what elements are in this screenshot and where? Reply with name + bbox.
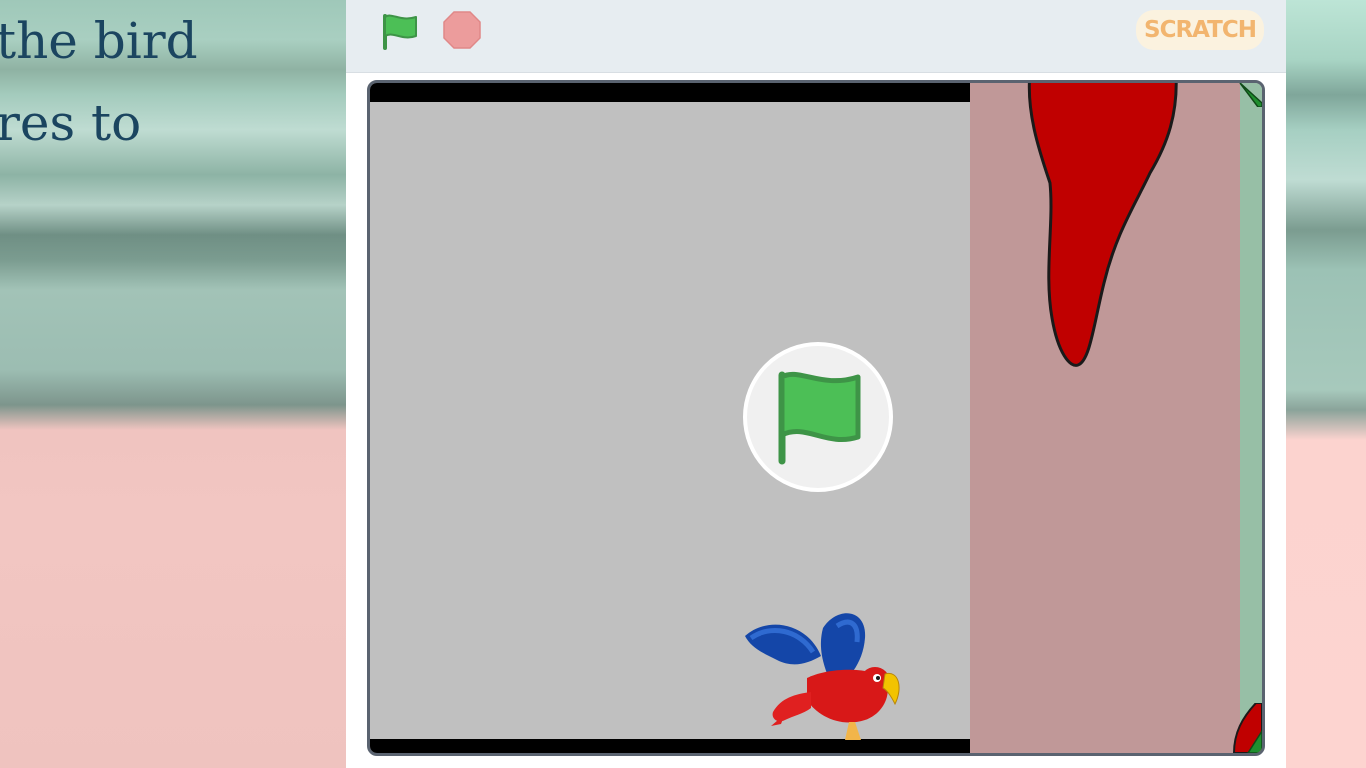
bird-sprite bbox=[745, 613, 900, 740]
player-toolbar: SCRATCH bbox=[346, 0, 1286, 73]
stop-button[interactable] bbox=[442, 10, 482, 50]
green-leaf-fragment bbox=[1239, 83, 1262, 107]
lesson-text-line: res to bbox=[0, 94, 142, 152]
green-flag-icon bbox=[383, 14, 417, 50]
scratch-logo[interactable]: SCRATCH bbox=[1136, 10, 1264, 50]
stop-sign-icon bbox=[443, 11, 481, 49]
lesson-text: the bird res to bbox=[0, 0, 346, 164]
red-stalactite-sprite bbox=[1027, 83, 1178, 367]
green-flag-icon bbox=[778, 371, 861, 465]
lesson-text-line: the bird bbox=[0, 12, 198, 70]
stage-letterbox-top bbox=[370, 83, 970, 102]
green-flag-button[interactable] bbox=[378, 10, 422, 50]
red-pipe-fragment bbox=[1232, 703, 1262, 753]
project-stage[interactable] bbox=[367, 80, 1265, 756]
scratch-player: SCRATCH bbox=[346, 0, 1286, 768]
green-flag-overlay-button[interactable] bbox=[743, 342, 893, 492]
background-scene-right bbox=[1286, 0, 1366, 768]
next-pipe-edge bbox=[1240, 83, 1262, 753]
